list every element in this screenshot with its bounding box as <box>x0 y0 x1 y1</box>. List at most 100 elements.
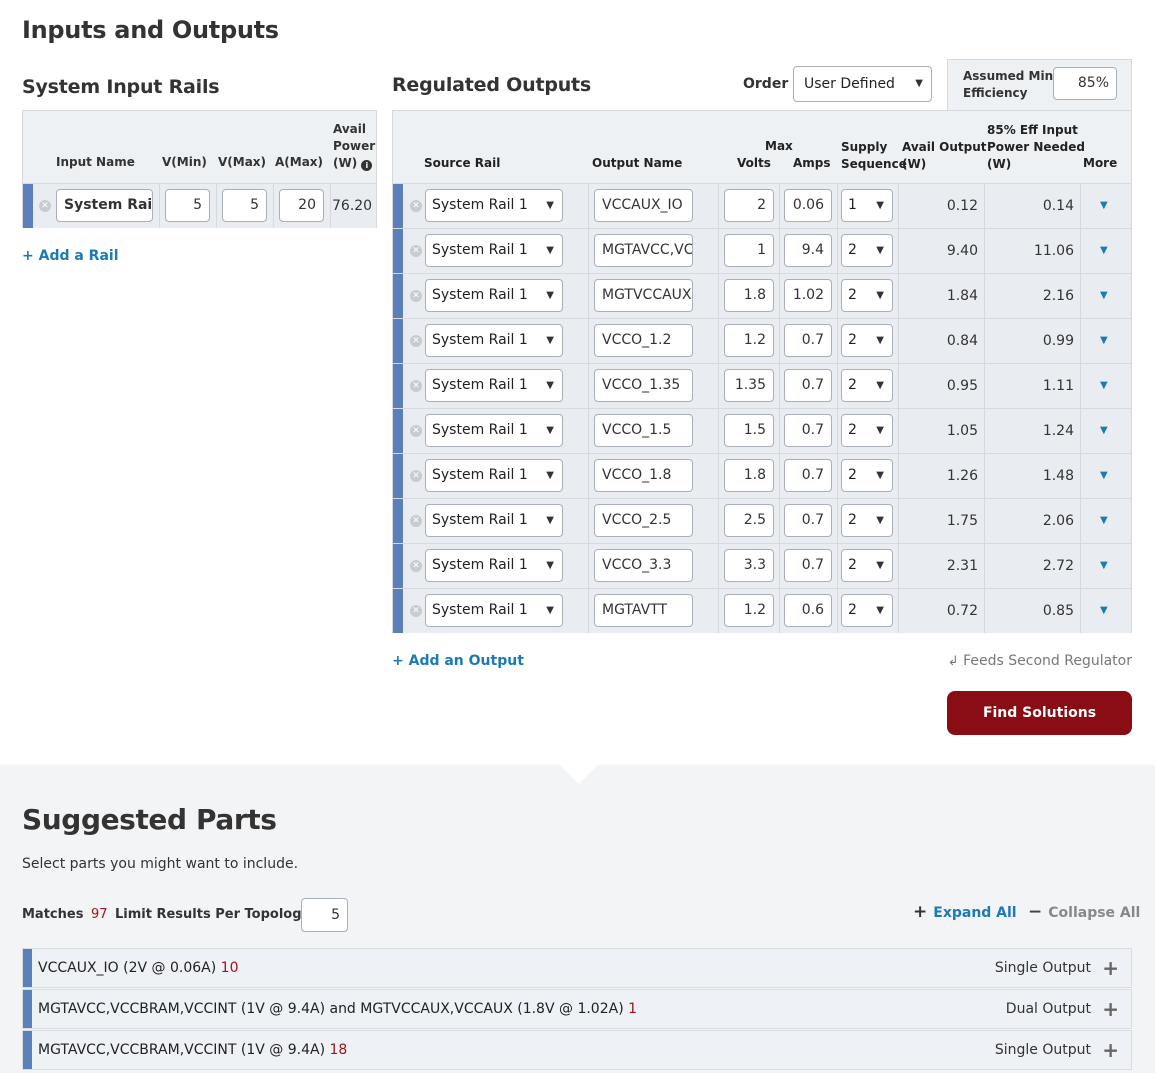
collapse-all-button[interactable]: − Collapse All <box>1028 902 1140 922</box>
volts-field[interactable]: 1.35 <box>724 369 774 402</box>
sequence-select[interactable]: 2 ▼ <box>841 504 893 537</box>
volts-field[interactable]: 3.3 <box>724 549 774 582</box>
info-icon[interactable]: i <box>361 160 373 171</box>
amax-field[interactable]: 20 <box>279 189 324 222</box>
sequence-select[interactable]: 2 ▼ <box>841 369 893 402</box>
amps-field[interactable]: 9.4 <box>784 234 832 267</box>
source-rail-select[interactable]: System Rail 1 ▼ <box>425 414 563 447</box>
source-rail-select[interactable]: System Rail 1 ▼ <box>425 234 563 267</box>
efficiency-field[interactable]: 85% <box>1053 67 1117 100</box>
output-name-field[interactable]: VCCO_1.35 <box>594 369 693 402</box>
expand-all-button[interactable]: + Expand All <box>913 902 1017 922</box>
sequence-select[interactable]: 2 ▼ <box>841 279 893 312</box>
amps-field[interactable]: 0.7 <box>784 459 832 492</box>
volts-field[interactable]: 1.2 <box>724 324 774 357</box>
amps-field[interactable]: 0.7 <box>784 549 832 582</box>
output-row: ✕System Rail 1▼ MGTVCCAUX,VCCAUX 1.8 1.02 2▼… <box>393 273 1131 318</box>
output-row: ✕ System Rail 1 ▼ VCCO_1.35 1.35 0.7 2 ▼ 0.95 1.1… <box>393 363 1131 408</box>
remove-icon[interactable]: ✕ <box>410 335 422 347</box>
output-name-field[interactable]: MGTVCCAUX,VCCAUX <box>594 279 693 312</box>
more-caret-icon[interactable]: ▼ <box>1100 409 1108 453</box>
vmin-field[interactable]: 5 <box>165 189 210 222</box>
caret-down-icon: ▼ <box>876 425 884 436</box>
remove-icon[interactable]: ✕ <box>410 605 422 617</box>
source-rail-select[interactable]: System Rail 1 ▼ <box>425 324 563 357</box>
remove-icon[interactable]: ✕ <box>410 470 422 482</box>
plus-icon: + <box>913 902 928 922</box>
more-caret-icon[interactable]: ▼ <box>1100 544 1108 588</box>
sequence-select[interactable]: 1 ▼ <box>841 189 893 222</box>
output-name-field[interactable]: VCCO_3.3 <box>594 549 693 582</box>
remove-icon[interactable]: ✕ <box>39 200 51 212</box>
find-solutions-button[interactable]: Find Solutions <box>947 691 1132 735</box>
remove-icon[interactable]: ✕ <box>410 425 422 437</box>
sequence-select[interactable]: 2 ▼ <box>841 324 893 357</box>
amps-field[interactable]: 0.6 <box>784 594 832 627</box>
limit-results-field[interactable]: 5 <box>301 898 348 932</box>
remove-icon[interactable]: ✕ <box>410 560 422 572</box>
suggested-part-row[interactable]: VCCAUX_IO (2V @ 0.06A) 10 Single Output + <box>22 948 1132 988</box>
source-rail-select[interactable]: System Rail 1 ▼ <box>425 459 563 492</box>
volts-field[interactable]: 1.5 <box>724 414 774 447</box>
output-name-field[interactable]: VCCO_1.5 <box>594 414 693 447</box>
more-caret-icon[interactable]: ▼ <box>1100 274 1108 318</box>
output-name-field[interactable]: MGTAVTT <box>594 594 693 627</box>
header-more: More <box>1083 156 1118 170</box>
sequence-select[interactable]: 2 ▼ <box>841 459 893 492</box>
more-caret-icon[interactable]: ▼ <box>1100 454 1108 498</box>
more-caret-icon[interactable]: ▼ <box>1100 229 1108 273</box>
avail-power-value: 76.20 <box>332 198 373 214</box>
remove-icon[interactable]: ✕ <box>410 515 422 527</box>
more-caret-icon[interactable]: ▼ <box>1100 499 1108 543</box>
amps-field[interactable]: 0.7 <box>784 414 832 447</box>
volts-field[interactable]: 1 <box>724 234 774 267</box>
more-caret-icon[interactable]: ▼ <box>1100 589 1108 633</box>
output-name-field[interactable]: MGTAVCC,VCCBRAM,VCCINT <box>594 234 693 267</box>
expand-plus-icon[interactable]: + <box>1102 1031 1119 1069</box>
amps-field[interactable]: 0.7 <box>784 369 832 402</box>
more-caret-icon[interactable]: ▼ <box>1100 364 1108 408</box>
source-rail-select[interactable]: System Rail 1 ▼ <box>425 189 563 222</box>
source-rail-select[interactable]: System Rail 1 ▼ <box>425 369 563 402</box>
add-output-link[interactable]: + Add an Output <box>392 653 524 669</box>
source-rail-select[interactable]: System Rail 1 ▼ <box>425 504 563 537</box>
add-rail-link[interactable]: + Add a Rail <box>22 248 119 264</box>
limit-label: Limit Results Per Topology <box>115 907 310 922</box>
output-name-field[interactable]: VCCO_1.8 <box>594 459 693 492</box>
amps-field[interactable]: 0.7 <box>784 504 832 537</box>
output-name-field[interactable]: VCCO_2.5 <box>594 504 693 537</box>
source-rail-select[interactable]: System Rail 1 ▼ <box>425 279 563 312</box>
sequence-select[interactable]: 2 ▼ <box>841 549 893 582</box>
source-rail-select[interactable]: System Rail 1 ▼ <box>425 549 563 582</box>
suggested-part-row[interactable]: MGTAVCC,VCCBRAM,VCCINT (1V @ 9.4A) and M… <box>22 989 1132 1029</box>
volts-field[interactable]: 1.8 <box>724 459 774 492</box>
input-name-field[interactable]: System Rail <box>56 189 153 222</box>
order-select[interactable]: User Defined ▼ <box>793 66 932 102</box>
suggested-part-row[interactable]: MGTAVCC,VCCBRAM,VCCINT (1V @ 9.4A) 18 Sin… <box>22 1030 1132 1070</box>
source-rail-select[interactable]: System Rail 1 ▼ <box>425 594 563 627</box>
volts-field[interactable]: 1.8 <box>724 279 774 312</box>
remove-icon[interactable]: ✕ <box>410 380 422 392</box>
amps-field[interactable]: 1.02 <box>784 279 832 312</box>
sequence-select[interactable]: 2 ▼ <box>841 594 893 627</box>
expand-plus-icon[interactable]: + <box>1102 990 1119 1028</box>
sequence-select[interactable]: 2 ▼ <box>841 414 893 447</box>
expand-plus-icon[interactable]: + <box>1102 949 1119 987</box>
more-caret-icon[interactable]: ▼ <box>1100 319 1108 363</box>
return-arrow-icon: ↲ <box>947 654 959 669</box>
remove-icon[interactable]: ✕ <box>410 200 422 212</box>
vmax-field[interactable]: 5 <box>222 189 267 222</box>
remove-icon[interactable]: ✕ <box>410 245 422 257</box>
volts-field[interactable]: 1.2 <box>724 594 774 627</box>
volts-field[interactable]: 2 <box>724 189 774 222</box>
remove-icon[interactable]: ✕ <box>410 290 422 302</box>
sequence-select[interactable]: 2 ▼ <box>841 234 893 267</box>
avail-output-value: 0.95 <box>946 378 978 394</box>
output-name-field[interactable]: VCCO_1.2 <box>594 324 693 357</box>
output-name-field[interactable]: VCCAUX_IO <box>594 189 693 222</box>
more-caret-icon[interactable]: ▼ <box>1100 184 1108 228</box>
amps-field[interactable]: 0.06 <box>784 189 832 222</box>
power-needed-value: 0.99 <box>1042 333 1074 349</box>
amps-field[interactable]: 0.7 <box>784 324 832 357</box>
volts-field[interactable]: 2.5 <box>724 504 774 537</box>
